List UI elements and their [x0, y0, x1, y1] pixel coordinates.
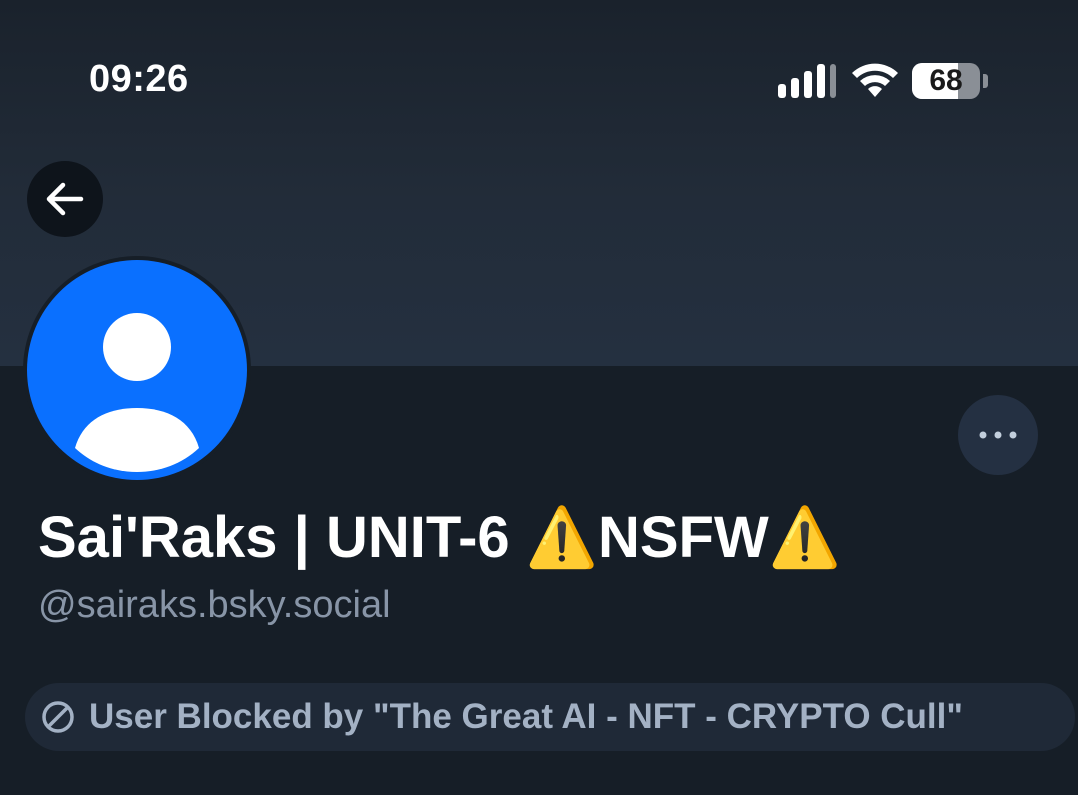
- more-options-button[interactable]: [958, 395, 1038, 475]
- block-circle-icon: [42, 701, 74, 733]
- back-button[interactable]: [27, 161, 103, 237]
- profile-handle: @sairaks.bsky.social: [38, 584, 391, 626]
- battery-icon: 68: [912, 63, 990, 99]
- battery-level: 68: [929, 64, 963, 97]
- wifi-icon: [851, 62, 899, 98]
- avatar[interactable]: [23, 256, 251, 484]
- blocked-by-list-badge[interactable]: User Blocked by "The Great AI - NFT - CR…: [25, 683, 1075, 751]
- blocked-by-list-label: User Blocked by "The Great AI - NFT - CR…: [89, 697, 963, 736]
- profile-screen: 09:26 68 Sai'Raks | UNIT-6 ⚠️NSFW⚠️ @sai…: [0, 0, 1078, 795]
- profile-display-name: Sai'Raks | UNIT-6 ⚠️NSFW⚠️: [38, 505, 841, 570]
- default-user-avatar-icon: [75, 313, 199, 472]
- ellipsis-icon: [979, 431, 1017, 439]
- status-bar: 09:26 68: [0, 0, 1078, 160]
- status-time: 09:26: [89, 58, 189, 100]
- arrow-left-icon: [46, 182, 84, 216]
- cellular-signal-icon: [778, 64, 836, 98]
